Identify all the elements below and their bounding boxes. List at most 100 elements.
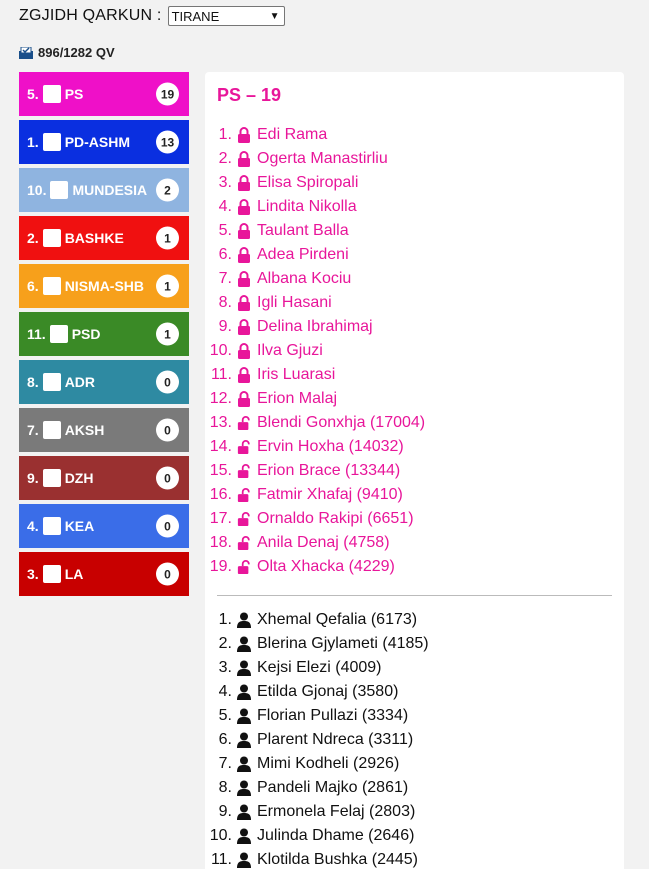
party-tile-dzh[interactable]: 9. DZH 0: [19, 456, 189, 500]
candidate-number: 8.: [218, 779, 232, 796]
party-name: KEA: [64, 518, 95, 534]
candidate-row: 5. Florian Pullazi (3334): [205, 704, 429, 728]
lock-icon: [238, 295, 250, 311]
user-icon: [237, 804, 251, 820]
candidate-number: 2.: [218, 635, 232, 652]
candidate-number: 9.: [218, 803, 232, 820]
lock-icon: [238, 271, 250, 287]
candidate-row: 11. Klotilda Bushka (2445): [205, 848, 429, 869]
lock-icon: [238, 175, 250, 191]
candidate-row: 6. Plarent Ndreca (3311): [205, 728, 429, 752]
candidate-name: Albana Kociu: [257, 270, 352, 287]
candidate-name: Plarent Ndreca (3311): [257, 731, 414, 748]
candidate-number: 15.: [209, 462, 232, 479]
candidate-number: 10.: [209, 342, 232, 359]
party-name: NISMA-SHB: [64, 278, 145, 294]
party-name: PSD: [71, 326, 101, 342]
party-logo-icon: [42, 517, 61, 535]
party-number: 5.: [27, 86, 39, 102]
elected-candidate-row: 18. Anila Denaj (4758): [205, 531, 425, 555]
party-name: LA: [64, 566, 84, 582]
seat-count-badge: 0: [156, 562, 179, 586]
candidate-name: Olta Xhacka (4229): [257, 558, 395, 575]
user-icon: [237, 828, 251, 844]
elected-candidate-row: 2. Ogerta Manastirliu: [205, 147, 425, 171]
elected-candidate-row: 8. Igli Hasani: [205, 291, 425, 315]
candidate-name: Anila Denaj (4758): [257, 534, 390, 551]
candidate-name: Blendi Gonxhja (17004): [257, 414, 426, 431]
party-tile-aksh[interactable]: 7. AKSH 0: [19, 408, 189, 452]
candidate-name: Mimi Kodheli (2926): [257, 755, 400, 772]
candidate-number: 11.: [210, 851, 232, 868]
party-name: PS: [64, 86, 84, 102]
party-tile-nisma-shb[interactable]: 6. NISMA-SHB 1: [19, 264, 189, 308]
divider: [217, 595, 612, 596]
region-select[interactable]: TIRANE ▼: [167, 6, 285, 26]
elected-candidate-row: 19. Olta Xhacka (4229): [205, 555, 425, 579]
candidate-number: 4.: [218, 198, 232, 215]
candidate-name: Julinda Dhame (2646): [257, 827, 415, 844]
party-name: BASHKE: [64, 230, 124, 246]
party-logo-icon: [42, 373, 61, 391]
party-tile-kea[interactable]: 4. KEA 0: [19, 504, 189, 548]
candidate-name: Adea Pirdeni: [257, 246, 349, 263]
candidate-row: 7. Mimi Kodheli (2926): [205, 752, 429, 776]
candidate-name: Igli Hasani: [257, 294, 332, 311]
elected-candidate-row: 12. Erion Malaj: [205, 387, 425, 411]
elected-candidate-row: 1. Edi Rama: [205, 123, 425, 147]
candidate-number: 9.: [218, 318, 232, 335]
seat-count-badge: 1: [156, 322, 179, 346]
party-name: MUNDESIA: [72, 182, 148, 198]
candidate-name: Ermonela Felaj (2803): [257, 803, 416, 820]
party-tile-bashke[interactable]: 2. BASHKE 1: [19, 216, 189, 260]
candidate-name: Edi Rama: [257, 126, 328, 143]
region-label: ZGJIDH QARKUN :: [19, 7, 162, 24]
party-tile-mundesia[interactable]: 10. MUNDESIA 2: [19, 168, 189, 212]
party-list: 5. PS 19 1. PD-ASHM 13 10. MUNDESIA 2 2. BASHKE 1 6.…: [19, 72, 189, 600]
elected-candidate-row: 14. Ervin Hoxha (14032): [205, 435, 425, 459]
elected-candidate-row: 6. Adea Pirdeni: [205, 243, 425, 267]
candidate-number: 6.: [218, 731, 232, 748]
candidate-number: 13.: [209, 414, 232, 431]
candidate-name: Delina Ibrahimaj: [257, 318, 373, 335]
unlock-icon: [237, 416, 250, 430]
candidate-number: 3.: [218, 659, 232, 676]
candidate-number: 1.: [218, 611, 232, 628]
candidate-name: Ilva Gjuzi: [257, 342, 323, 359]
candidate-row: 3. Kejsi Elezi (4009): [205, 656, 429, 680]
candidate-name: Ornaldo Rakipi (6651): [257, 510, 414, 527]
party-name: AKSH: [64, 422, 105, 438]
party-tile-pd-ashm[interactable]: 1. PD-ASHM 13: [19, 120, 189, 164]
candidate-name: Xhemal Qefalia (6173): [257, 611, 418, 628]
party-number: 6.: [27, 278, 39, 294]
party-tile-la[interactable]: 3. LA 0: [19, 552, 189, 596]
elected-candidate-row: 13. Blendi Gonxhja (17004): [205, 411, 425, 435]
seat-count-badge: 1: [156, 226, 179, 250]
candidate-row: 9. Ermonela Felaj (2803): [205, 800, 429, 824]
party-number: 10.: [27, 182, 47, 198]
candidate-number: 5.: [218, 222, 232, 239]
unlock-icon: [237, 488, 250, 502]
elected-candidate-row: 10. Ilva Gjuzi: [205, 339, 425, 363]
elected-candidate-row: 4. Lindita Nikolla: [205, 195, 425, 219]
lock-icon: [238, 319, 250, 335]
party-tile-adr[interactable]: 8. ADR 0: [19, 360, 189, 404]
elected-candidate-row: 11. Iris Luarasi: [205, 363, 425, 387]
candidate-name: Elisa Spiropali: [257, 174, 359, 191]
candidate-number: 10.: [209, 827, 232, 844]
candidate-name: Klotilda Bushka (2445): [257, 851, 418, 868]
elected-list: 1. Edi Rama 2. Ogerta Manastirliu 3. Elisa Sp…: [205, 123, 425, 579]
lock-icon: [238, 343, 250, 359]
candidate-number: 1.: [218, 126, 232, 143]
party-logo-icon: [42, 229, 61, 247]
party-tile-psd[interactable]: 11. PSD 1: [19, 312, 189, 356]
candidates-list: 1. Xhemal Qefalia (6173) 2. Blerina Gjylame…: [205, 608, 429, 869]
user-icon: [237, 708, 251, 724]
seat-count-badge: 0: [156, 466, 179, 490]
ballot-box-icon: [19, 46, 33, 59]
party-logo-icon: [50, 181, 69, 199]
candidate-number: 17.: [209, 510, 232, 527]
party-tile-ps[interactable]: 5. PS 19: [19, 72, 189, 116]
candidate-row: 1. Xhemal Qefalia (6173): [205, 608, 429, 632]
candidate-number: 19.: [209, 558, 232, 575]
